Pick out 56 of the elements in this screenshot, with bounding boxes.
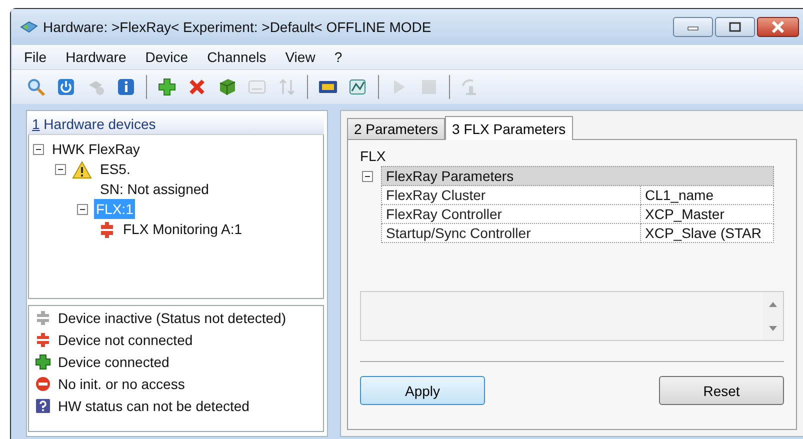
scrollbar[interactable] <box>763 292 783 340</box>
plus-connector-icon <box>35 354 51 370</box>
collapse-toggle[interactable] <box>362 170 373 182</box>
maximize-button[interactable] <box>715 17 755 37</box>
add-icon[interactable] <box>157 77 177 97</box>
connector-icon <box>99 221 115 239</box>
panel-header: 1 Hardware devices <box>28 114 324 135</box>
legend-label: Device connected <box>58 354 170 370</box>
app-icon <box>19 19 39 35</box>
tree-item[interactable]: ES5. <box>98 159 211 179</box>
tab[interactable]: 2 Parameters <box>347 118 446 139</box>
close-icon <box>770 21 786 33</box>
menu-item[interactable]: Hardware <box>66 49 126 65</box>
warning-icon <box>72 161 92 179</box>
menu-item[interactable]: ? <box>334 49 342 65</box>
maximize-icon <box>728 22 742 32</box>
tree-item-subtitle: SN: Not assigned <box>99 180 210 199</box>
property-name: FlexRay Cluster <box>381 186 641 205</box>
question-icon <box>35 398 51 414</box>
legend-label: Device not connected <box>58 332 193 348</box>
collapse-toggle[interactable] <box>77 204 88 215</box>
tree-item[interactable]: FLX Monitoring A:1 <box>121 219 244 239</box>
connector-icon <box>35 310 51 326</box>
menu-item[interactable]: File <box>24 49 47 65</box>
menu-item[interactable]: Channels <box>207 49 266 65</box>
property-value[interactable]: XCP_Master <box>641 205 774 224</box>
legend-label: No init. or no access <box>58 376 185 392</box>
menu-item[interactable]: View <box>285 49 316 65</box>
legend-label: HW status can not be detected <box>58 398 250 414</box>
apply-button[interactable]: Apply <box>360 376 485 405</box>
scroll-up-icon[interactable] <box>769 302 777 306</box>
close-button[interactable] <box>757 17 799 37</box>
property-name: FlexRay Controller <box>381 205 641 224</box>
no-entry-icon <box>35 376 51 392</box>
tree-item[interactable]: HWK FlexRay <box>50 139 142 159</box>
info-icon[interactable] <box>116 77 136 97</box>
category-header: FlexRay Parameters <box>381 166 774 186</box>
tab[interactable]: 3 FLX Parameters <box>445 116 573 140</box>
delete-icon[interactable] <box>187 77 207 97</box>
collapse-toggle[interactable] <box>33 144 44 155</box>
property-value[interactable]: CL1_name <box>641 186 774 205</box>
menu-item[interactable]: Device <box>145 49 188 65</box>
connector-icon <box>35 332 51 348</box>
box-icon[interactable] <box>217 77 237 97</box>
window-title: Hardware: >FlexRay< Experiment: >Default< OFFLINE MODE <box>43 19 432 35</box>
reset-button[interactable]: Reset <box>659 376 784 405</box>
property-value[interactable]: XCP_Slave (STAR <box>641 224 774 243</box>
minimize-button[interactable] <box>673 17 713 37</box>
group-title: FLX <box>360 148 386 164</box>
legend-label: Device inactive (Status not detected) <box>58 310 286 326</box>
collapse-toggle[interactable] <box>55 164 66 175</box>
chart-icon[interactable] <box>348 77 368 97</box>
scroll-down-icon[interactable] <box>769 326 777 330</box>
property-name: Startup/Sync Controller <box>381 224 641 243</box>
search-icon[interactable] <box>26 77 46 97</box>
power-icon[interactable] <box>56 77 76 97</box>
